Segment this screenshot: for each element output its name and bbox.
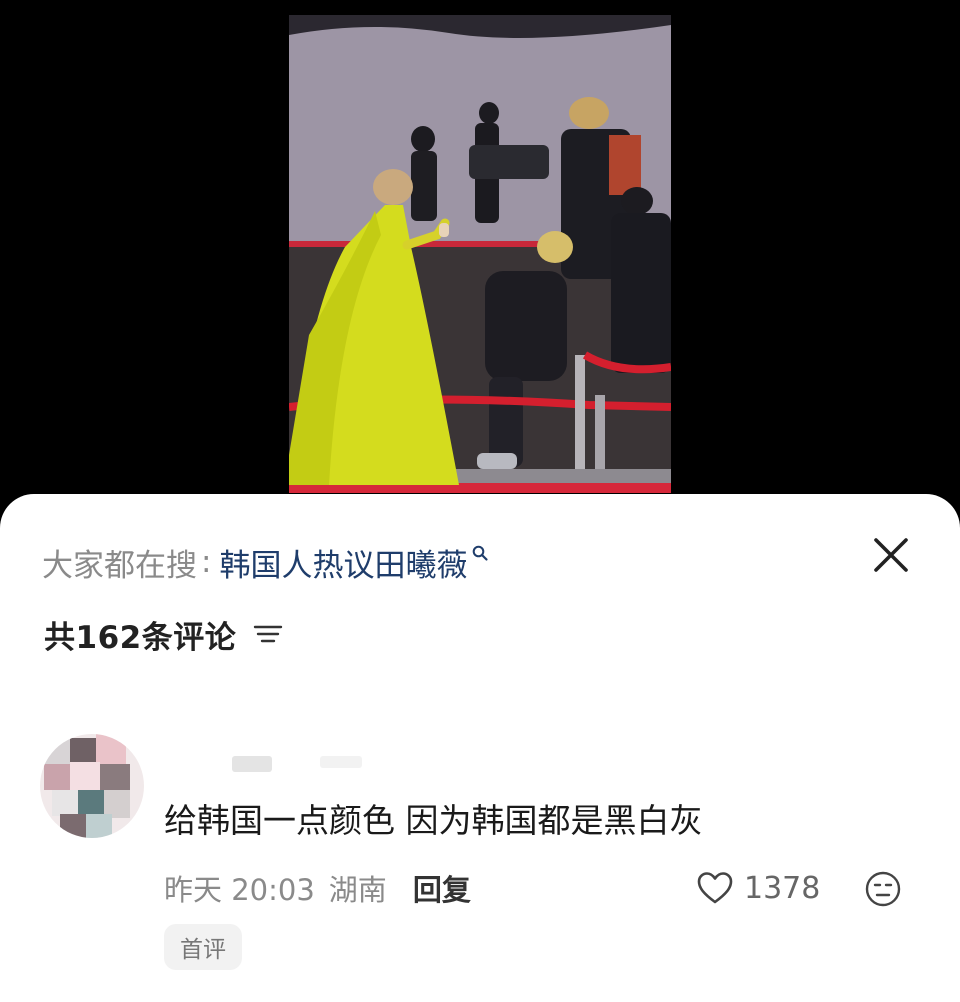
comment-count: 共162条评论	[44, 619, 237, 656]
close-icon[interactable]	[870, 534, 912, 576]
comment-sheet: 大家都在搜 : 韩国人热议田曦薇 共162条评论 给韩国一点颜色 因为韩国都是黑…	[0, 494, 960, 1002]
heart-outline-icon	[697, 872, 733, 904]
search-icon	[473, 545, 489, 561]
comment-meta: 昨天 20:03 湖南 回复	[164, 866, 471, 910]
search-suggestion[interactable]: 大家都在搜 : 韩国人热议田曦薇	[42, 540, 489, 584]
video-frame[interactable]	[289, 15, 671, 493]
avatar[interactable]	[40, 734, 144, 838]
comment-text: 给韩国一点颜色 因为韩国都是黑白灰	[164, 801, 703, 840]
comments-header: 共162条评论	[44, 612, 284, 656]
like-button[interactable]: 1378	[696, 868, 820, 908]
video-still	[289, 15, 671, 493]
video-area[interactable]	[0, 0, 960, 520]
comment-location: 湖南	[328, 873, 387, 907]
emoji-icon[interactable]	[864, 870, 902, 908]
username-obscured	[232, 756, 272, 772]
search-term-link[interactable]: 韩国人热议田曦薇	[219, 540, 467, 585]
first-comment-badge: 首评	[164, 924, 242, 970]
username-obscured-2	[320, 756, 362, 768]
search-colon: :	[201, 544, 212, 580]
sort-icon[interactable]	[252, 618, 284, 650]
like-count: 1378	[744, 870, 821, 906]
comment-time: 昨天 20:03	[164, 873, 315, 907]
reply-button[interactable]: 回复	[413, 867, 471, 909]
search-prefix: 大家都在搜	[42, 547, 197, 584]
